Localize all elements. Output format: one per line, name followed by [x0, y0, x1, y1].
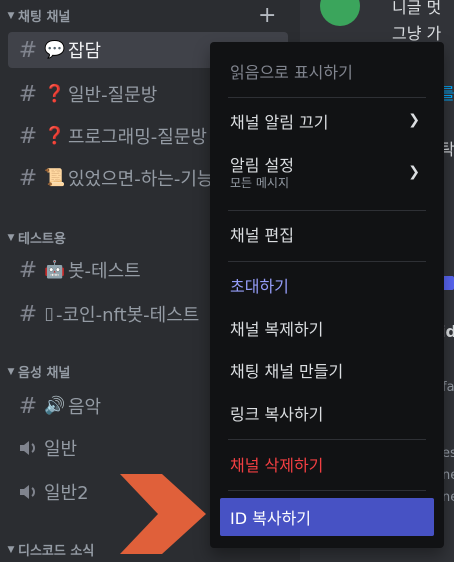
category-discord-news[interactable]: ▼ 디스코드 소식 [4, 540, 95, 559]
menu-item-label: 채팅 채널 만들기 [230, 362, 344, 381]
menu-item-label: 채널 알림 끄기 [230, 113, 329, 132]
hash-icon: # [18, 393, 38, 419]
message-text: 그냥 가 [392, 24, 442, 43]
menu-item-label: 초대하기 [230, 277, 289, 296]
menu-item-label: ID 복사하기 [230, 509, 312, 528]
chevron-right-icon: ❯ [408, 164, 420, 180]
annotation-arrow-icon [120, 474, 206, 554]
channel-name: -코인-nft봇-테스트 [56, 305, 200, 326]
channel-emoji: ▯ [44, 304, 54, 324]
category-label: 음성 채널 [18, 366, 71, 381]
category-label: 채팅 채널 [18, 10, 71, 25]
channel-name: 봇-테스트 [68, 261, 141, 282]
menu-item-label: 채널 편집 [230, 226, 294, 245]
menu-item-mute-channel[interactable]: 채널 알림 끄기 ❯ [220, 104, 434, 138]
add-channel-icon[interactable]: + [258, 5, 276, 27]
menu-divider [228, 261, 426, 262]
menu-item-notification-settings[interactable]: 알림 설정 모든 메시지 ❯ [220, 144, 434, 194]
channel-emoji: ❓ [44, 126, 66, 146]
channel-name: 일반-질문방 [68, 85, 158, 106]
hash-icon: # [18, 81, 38, 107]
chevron-down-icon: ▼ [7, 544, 15, 555]
hash-icon: # [18, 257, 38, 283]
menu-item-mark-read[interactable]: 읽음으로 표시하기 [220, 54, 434, 88]
menu-item-label: 알림 설정 [230, 156, 294, 175]
category-label: 디스코드 소식 [18, 544, 95, 559]
menu-item-label: 읽음으로 표시하기 [230, 63, 353, 82]
speaker-icon [12, 483, 44, 501]
channel-emoji: 🤖 [44, 260, 66, 280]
chevron-down-icon: ▼ [7, 232, 15, 243]
menu-item-label: 채널 복제하기 [230, 320, 324, 339]
channel-name: 일반2 [44, 483, 89, 504]
menu-item-delete-channel[interactable]: 채널 삭제하기 [220, 447, 434, 481]
channel-name: 음악 [68, 397, 102, 418]
category-voice-channels[interactable]: ▼ 음성 채널 [4, 362, 71, 381]
menu-item-label: 채널 삭제하기 [230, 456, 324, 475]
channel-emoji: ❓ [44, 84, 66, 104]
menu-item-copy-link[interactable]: 링크 복사하기 [220, 396, 434, 430]
menu-divider [228, 210, 426, 211]
channel-name: 있었으면-하는-기능 [68, 169, 214, 190]
avatar [320, 0, 360, 26]
category-text-channels[interactable]: ▼ 채팅 채널 [4, 6, 71, 25]
menu-item-sublabel: 모든 메시지 [230, 176, 290, 190]
channel-name: 일반 [44, 439, 78, 460]
menu-item-create-text-channel[interactable]: 채팅 채널 만들기 [220, 353, 434, 387]
category-label: 테스트용 [18, 232, 66, 247]
channel-emoji: 🔊 [44, 396, 66, 416]
menu-divider [228, 97, 426, 98]
menu-item-label: 링크 복사하기 [230, 405, 324, 424]
menu-item-copy-id[interactable]: ID 복사하기 [220, 498, 434, 536]
channel-name: 프로그래밍-질문방 [68, 127, 207, 148]
channel-emoji: 💬 [44, 40, 66, 60]
channel-context-menu: 읽음으로 표시하기 채널 알림 끄기 ❯ 알림 설정 모든 메시지 ❯ 채널 편… [210, 42, 444, 548]
menu-divider [228, 439, 426, 440]
menu-item-invite[interactable]: 초대하기 [220, 268, 434, 302]
hash-icon: # [18, 37, 38, 63]
hash-icon: # [18, 165, 38, 191]
speaker-icon [12, 439, 44, 457]
chevron-right-icon: ❯ [408, 112, 420, 128]
chevron-down-icon: ▼ [7, 366, 15, 377]
channel-emoji: 📜 [44, 168, 66, 188]
menu-item-edit-channel[interactable]: 채널 편집 [220, 217, 434, 251]
chevron-down-icon: ▼ [7, 10, 15, 21]
message-text: 니글 멋 [392, 0, 442, 17]
menu-divider [228, 490, 426, 491]
category-test[interactable]: ▼ 테스트용 [4, 228, 66, 247]
menu-item-clone-channel[interactable]: 채널 복제하기 [220, 311, 434, 345]
hash-icon: # [18, 301, 38, 327]
hash-icon: # [18, 123, 38, 149]
channel-name: 잡담 [68, 41, 102, 62]
